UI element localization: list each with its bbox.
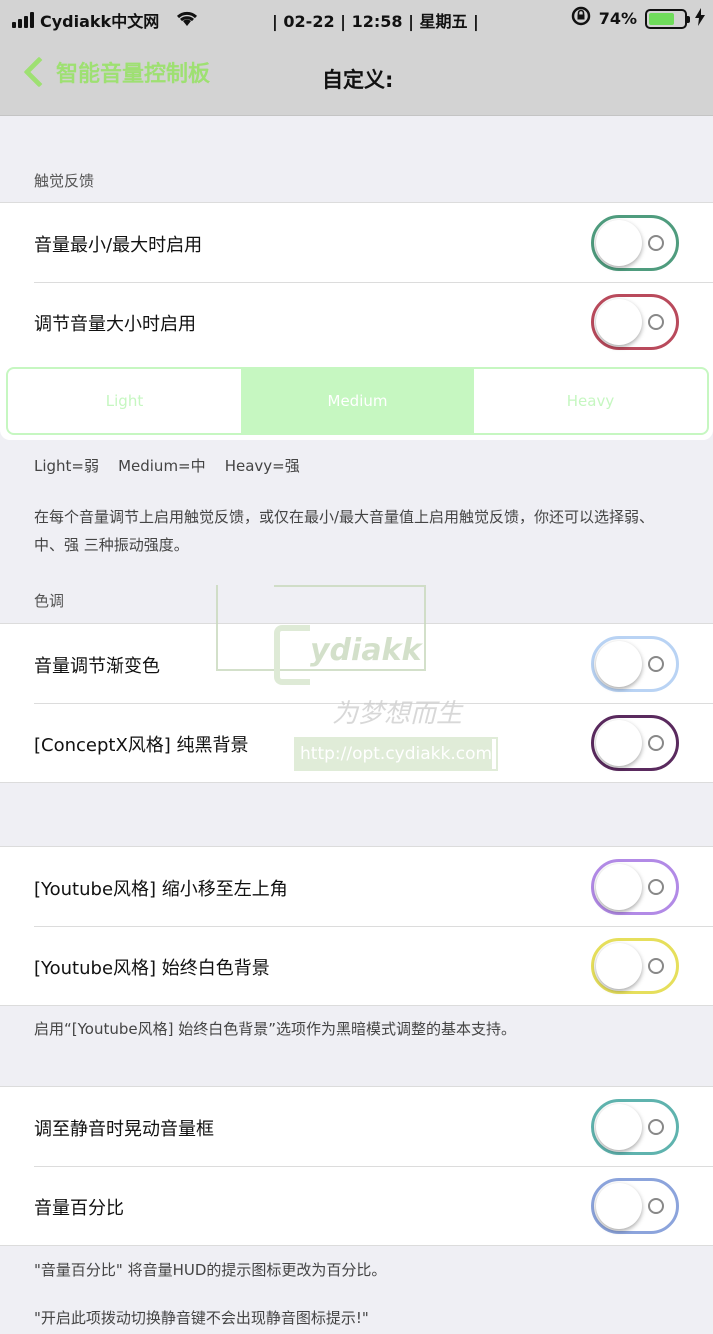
setting-label: 音量最小/最大时启用 — [34, 235, 203, 256]
segment-medium[interactable]: Medium — [241, 369, 474, 433]
youtube-footer: 启用“[Youtube风格] 始终白色背景”选项作为黑暗模式调整的基本支持。 — [34, 1020, 517, 1038]
off-indicator-icon — [648, 879, 664, 895]
toggle-switch[interactable] — [591, 1178, 679, 1234]
segment-light[interactable]: Light — [8, 369, 241, 433]
chevron-left-icon — [23, 56, 55, 88]
section-header-tone: 色调 — [34, 592, 65, 610]
setting-label: 调节音量大小时启用 — [34, 314, 196, 335]
haptic-legend: Light=弱 Medium=中 Heavy=强 — [34, 457, 300, 475]
setting-row: 调节音量大小时启用 — [0, 282, 713, 361]
haptic-footer: 在每个音量调节上启用触觉反馈，或仅在最小/最大音量值上启用触觉反馈，你还可以选择… — [34, 508, 655, 554]
back-label: 智能音量控制板 — [56, 62, 211, 87]
wifi-icon — [175, 9, 199, 32]
setting-row: [ConceptX风格] 纯黑背景 — [0, 703, 713, 782]
mute-footer: "开启此项拨动切换静音键不会出现静音图标提示!" — [34, 1309, 369, 1327]
haptic-strength-control: Light Medium Heavy — [0, 362, 713, 440]
off-indicator-icon — [648, 1198, 664, 1214]
off-indicator-icon — [648, 1119, 664, 1135]
page-title: 自定义: — [322, 68, 394, 92]
battery-icon — [645, 8, 690, 29]
toggle-switch[interactable] — [591, 294, 679, 350]
youtube-group: [Youtube风格] 缩小移至左上角 [Youtube风格] 始终白色背景 — [0, 846, 713, 1006]
toggle-knob — [596, 299, 642, 345]
setting-row: 音量调节渐变色 — [0, 624, 713, 703]
misc-group: 调至静音时晃动音量框 音量百分比 — [0, 1086, 713, 1246]
toggle-knob — [596, 943, 642, 989]
section-header-haptic: 触觉反馈 — [34, 172, 95, 190]
setting-label: [Youtube风格] 缩小移至左上角 — [34, 879, 288, 900]
toggle-knob — [596, 1104, 642, 1150]
status-datetime: | 02-22 | 12:58 | 星期五 | — [272, 12, 479, 31]
battery-percent: 74% — [598, 9, 637, 28]
setting-label: 音量调节渐变色 — [34, 656, 160, 677]
segmented-control: Light Medium Heavy — [6, 367, 709, 435]
toggle-knob — [596, 220, 642, 266]
off-indicator-icon — [648, 656, 664, 672]
toggle-switch[interactable] — [591, 715, 679, 771]
setting-label: [ConceptX风格] 纯黑背景 — [34, 735, 249, 756]
signal-icon — [12, 12, 34, 28]
setting-label: [Youtube风格] 始终白色背景 — [34, 958, 270, 979]
haptic-group: 音量最小/最大时启用 调节音量大小时启用 — [0, 202, 713, 362]
toggle-knob — [596, 864, 642, 910]
off-indicator-icon — [648, 735, 664, 751]
setting-row: 音量百分比 — [0, 1166, 713, 1245]
segment-heavy[interactable]: Heavy — [474, 369, 707, 433]
carrier-name: Cydiakk中文网 — [40, 12, 160, 31]
toggle-switch[interactable] — [591, 1099, 679, 1155]
setting-label: 调至静音时晃动音量框 — [34, 1119, 214, 1140]
setting-label: 音量百分比 — [34, 1198, 124, 1219]
tone-group: 音量调节渐变色 [ConceptX风格] 纯黑背景 — [0, 623, 713, 783]
setting-row: 调至静音时晃动音量框 — [0, 1087, 713, 1166]
charging-bolt-icon — [695, 7, 705, 30]
status-bar: Cydiakk中文网 | 02-22 | 12:58 | 星期五 | 74% — [0, 0, 713, 40]
status-right: 74% — [571, 6, 705, 31]
toggle-knob — [596, 641, 642, 687]
toggle-knob — [596, 720, 642, 766]
toggle-knob — [596, 1183, 642, 1229]
status-left: Cydiakk中文网 — [12, 8, 199, 32]
back-button[interactable]: 智能音量控制板 — [20, 56, 210, 88]
rotation-lock-icon — [571, 6, 591, 31]
toggle-switch[interactable] — [591, 215, 679, 271]
setting-row: [Youtube风格] 始终白色背景 — [0, 926, 713, 1005]
toggle-switch[interactable] — [591, 859, 679, 915]
off-indicator-icon — [648, 314, 664, 330]
off-indicator-icon — [648, 958, 664, 974]
percentage-footer: "音量百分比" 将音量HUD的提示图标更改为百分比。 — [34, 1261, 387, 1279]
setting-row: [Youtube风格] 缩小移至左上角 — [0, 847, 713, 926]
off-indicator-icon — [648, 235, 664, 251]
toggle-switch[interactable] — [591, 636, 679, 692]
setting-row: 音量最小/最大时启用 — [0, 203, 713, 282]
toggle-switch[interactable] — [591, 938, 679, 994]
navigation-bar: 智能音量控制板 自定义: — [0, 40, 713, 116]
